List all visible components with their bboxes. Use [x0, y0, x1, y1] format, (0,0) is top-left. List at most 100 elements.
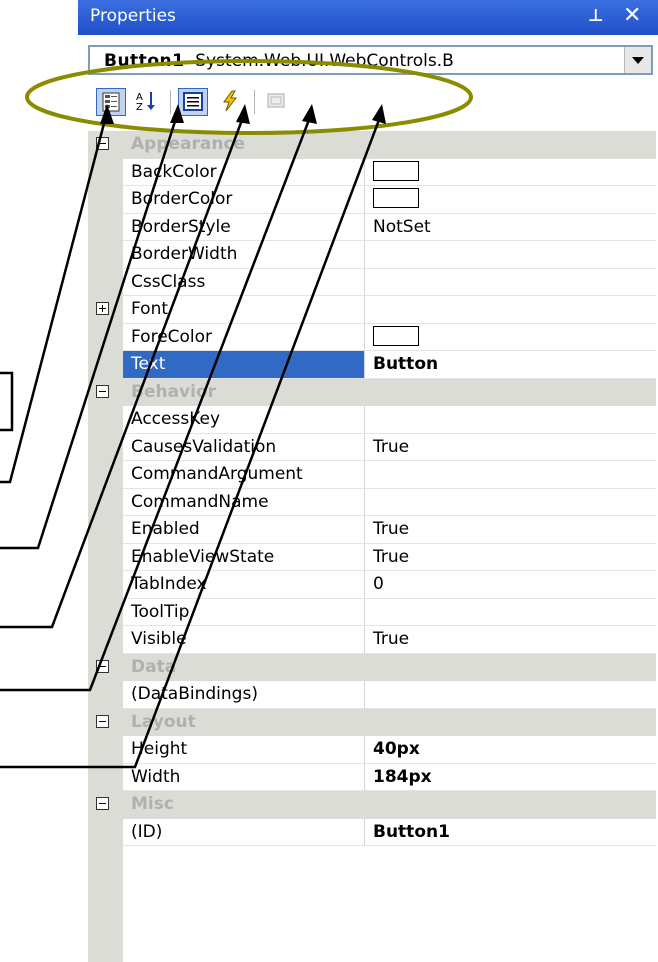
property-row[interactable]: BorderColor	[88, 186, 656, 214]
property-value[interactable]: 40px	[365, 736, 656, 764]
close-icon[interactable]: ✕	[623, 3, 641, 28]
pin-icon[interactable]: ⊥	[588, 6, 604, 26]
property-value[interactable]	[365, 269, 656, 296]
property-value-text: Button	[373, 354, 439, 374]
row-gutter	[88, 461, 123, 489]
toolbar-separator	[254, 90, 255, 114]
property-value-text: Button1	[373, 821, 450, 842]
property-row[interactable]: (DataBindings)	[88, 681, 656, 709]
property-row[interactable]: CausesValidation True	[88, 433, 656, 461]
property-name: CommandName	[123, 488, 365, 516]
property-value[interactable]	[365, 599, 656, 626]
object-type: System.Web.UI.WebControls.B	[195, 51, 454, 71]
property-row[interactable]: BorderWidth	[88, 241, 656, 269]
row-gutter	[88, 351, 123, 379]
expand-plus-icon[interactable]	[96, 302, 109, 315]
chevron-down-icon[interactable]	[624, 47, 651, 73]
alphabetical-button[interactable]: A Z	[132, 88, 162, 116]
category-row[interactable]: Layout	[88, 708, 656, 736]
property-value[interactable]: NotSet	[365, 214, 656, 241]
row-gutter	[88, 791, 123, 819]
events-icon	[223, 90, 238, 112]
property-value[interactable]	[365, 406, 656, 434]
events-button[interactable]	[216, 88, 246, 116]
property-value[interactable]	[365, 489, 656, 516]
toolbar-separator	[170, 90, 171, 114]
row-gutter	[88, 763, 123, 791]
property-row[interactable]: Width 184px	[88, 763, 656, 791]
window-titlebar: Properties ⊥ ✕	[78, 0, 658, 35]
property-value[interactable]: True	[365, 544, 656, 571]
row-gutter	[88, 323, 123, 351]
property-value[interactable]: True	[365, 516, 656, 544]
property-row[interactable]: Font	[88, 296, 656, 324]
property-row[interactable]: (ID) Button1	[88, 818, 656, 846]
property-value[interactable]	[365, 296, 656, 324]
row-gutter	[88, 681, 123, 709]
property-value-text: NotSet	[373, 216, 431, 237]
property-value[interactable]: Button	[365, 351, 656, 379]
svg-text:Z: Z	[136, 102, 143, 113]
property-value-text: 184px	[373, 766, 432, 787]
property-row[interactable]: Visible True	[88, 626, 656, 654]
property-row[interactable]: ForeColor	[88, 323, 656, 351]
row-gutter	[88, 818, 123, 846]
collapse-minus-icon[interactable]	[96, 659, 109, 673]
property-name: Text	[123, 351, 365, 379]
property-value[interactable]: 0	[365, 571, 656, 599]
categorized-button[interactable]	[96, 88, 126, 116]
property-name: Height	[123, 736, 365, 764]
row-gutter	[88, 736, 123, 764]
property-value[interactable]	[365, 241, 656, 269]
property-name: BorderColor	[123, 186, 365, 214]
property-value[interactable]	[365, 159, 656, 186]
property-row[interactable]: Text Button	[88, 351, 656, 379]
properties-toolbar: A Z	[88, 80, 653, 120]
property-value[interactable]	[365, 324, 656, 351]
category-row[interactable]: Behavior	[88, 378, 656, 406]
property-name: Visible	[123, 626, 365, 654]
property-value[interactable]: Button1	[365, 819, 656, 846]
object-name: Button1	[104, 51, 185, 71]
category-row[interactable]: Appearance	[88, 131, 656, 159]
category-row[interactable]: Data	[88, 653, 656, 681]
property-name: AccessKey	[123, 406, 365, 434]
property-row[interactable]: EnableViewState True	[88, 543, 656, 571]
property-row[interactable]: CssClass	[88, 268, 656, 296]
property-pages-button[interactable]	[262, 88, 292, 116]
category-row[interactable]: Misc	[88, 791, 656, 819]
property-row[interactable]: AccessKey	[88, 406, 656, 434]
color-swatch	[373, 325, 419, 346]
row-gutter	[88, 213, 123, 241]
properties-button[interactable]	[178, 88, 208, 116]
property-row[interactable]: TabIndex 0	[88, 571, 656, 599]
collapse-minus-icon[interactable]	[96, 137, 109, 150]
property-name: EnableViewState	[123, 543, 365, 571]
property-value-text: True	[373, 546, 410, 567]
property-row[interactable]: BorderStyle NotSet	[88, 213, 656, 241]
property-value[interactable]: True	[365, 626, 656, 654]
property-value-text: 0	[373, 574, 384, 594]
property-row[interactable]: CommandArgument	[88, 461, 656, 489]
collapse-minus-icon[interactable]	[96, 797, 109, 810]
property-row[interactable]: BackColor	[88, 158, 656, 186]
property-value[interactable]	[365, 681, 656, 709]
property-row[interactable]: Height 40px	[88, 736, 656, 764]
row-gutter	[88, 598, 123, 626]
property-row[interactable]: CommandName	[88, 488, 656, 516]
row-gutter	[88, 571, 123, 599]
property-row[interactable]: Enabled True	[88, 516, 656, 544]
property-value[interactable]	[365, 461, 656, 489]
collapse-minus-icon[interactable]	[96, 384, 109, 398]
object-selector[interactable]: Button1 System.Web.UI.WebControls.B	[88, 45, 653, 75]
properties-icon	[183, 92, 203, 111]
collapse-minus-icon[interactable]	[96, 714, 109, 728]
property-row[interactable]: ToolTip	[88, 598, 656, 626]
row-gutter	[88, 516, 123, 544]
property-value[interactable]: True	[365, 434, 656, 461]
window-title: Properties	[90, 6, 176, 26]
property-value[interactable]	[365, 186, 656, 214]
property-value[interactable]: 184px	[365, 764, 656, 791]
property-name: CommandArgument	[123, 461, 365, 489]
row-gutter	[88, 708, 123, 736]
